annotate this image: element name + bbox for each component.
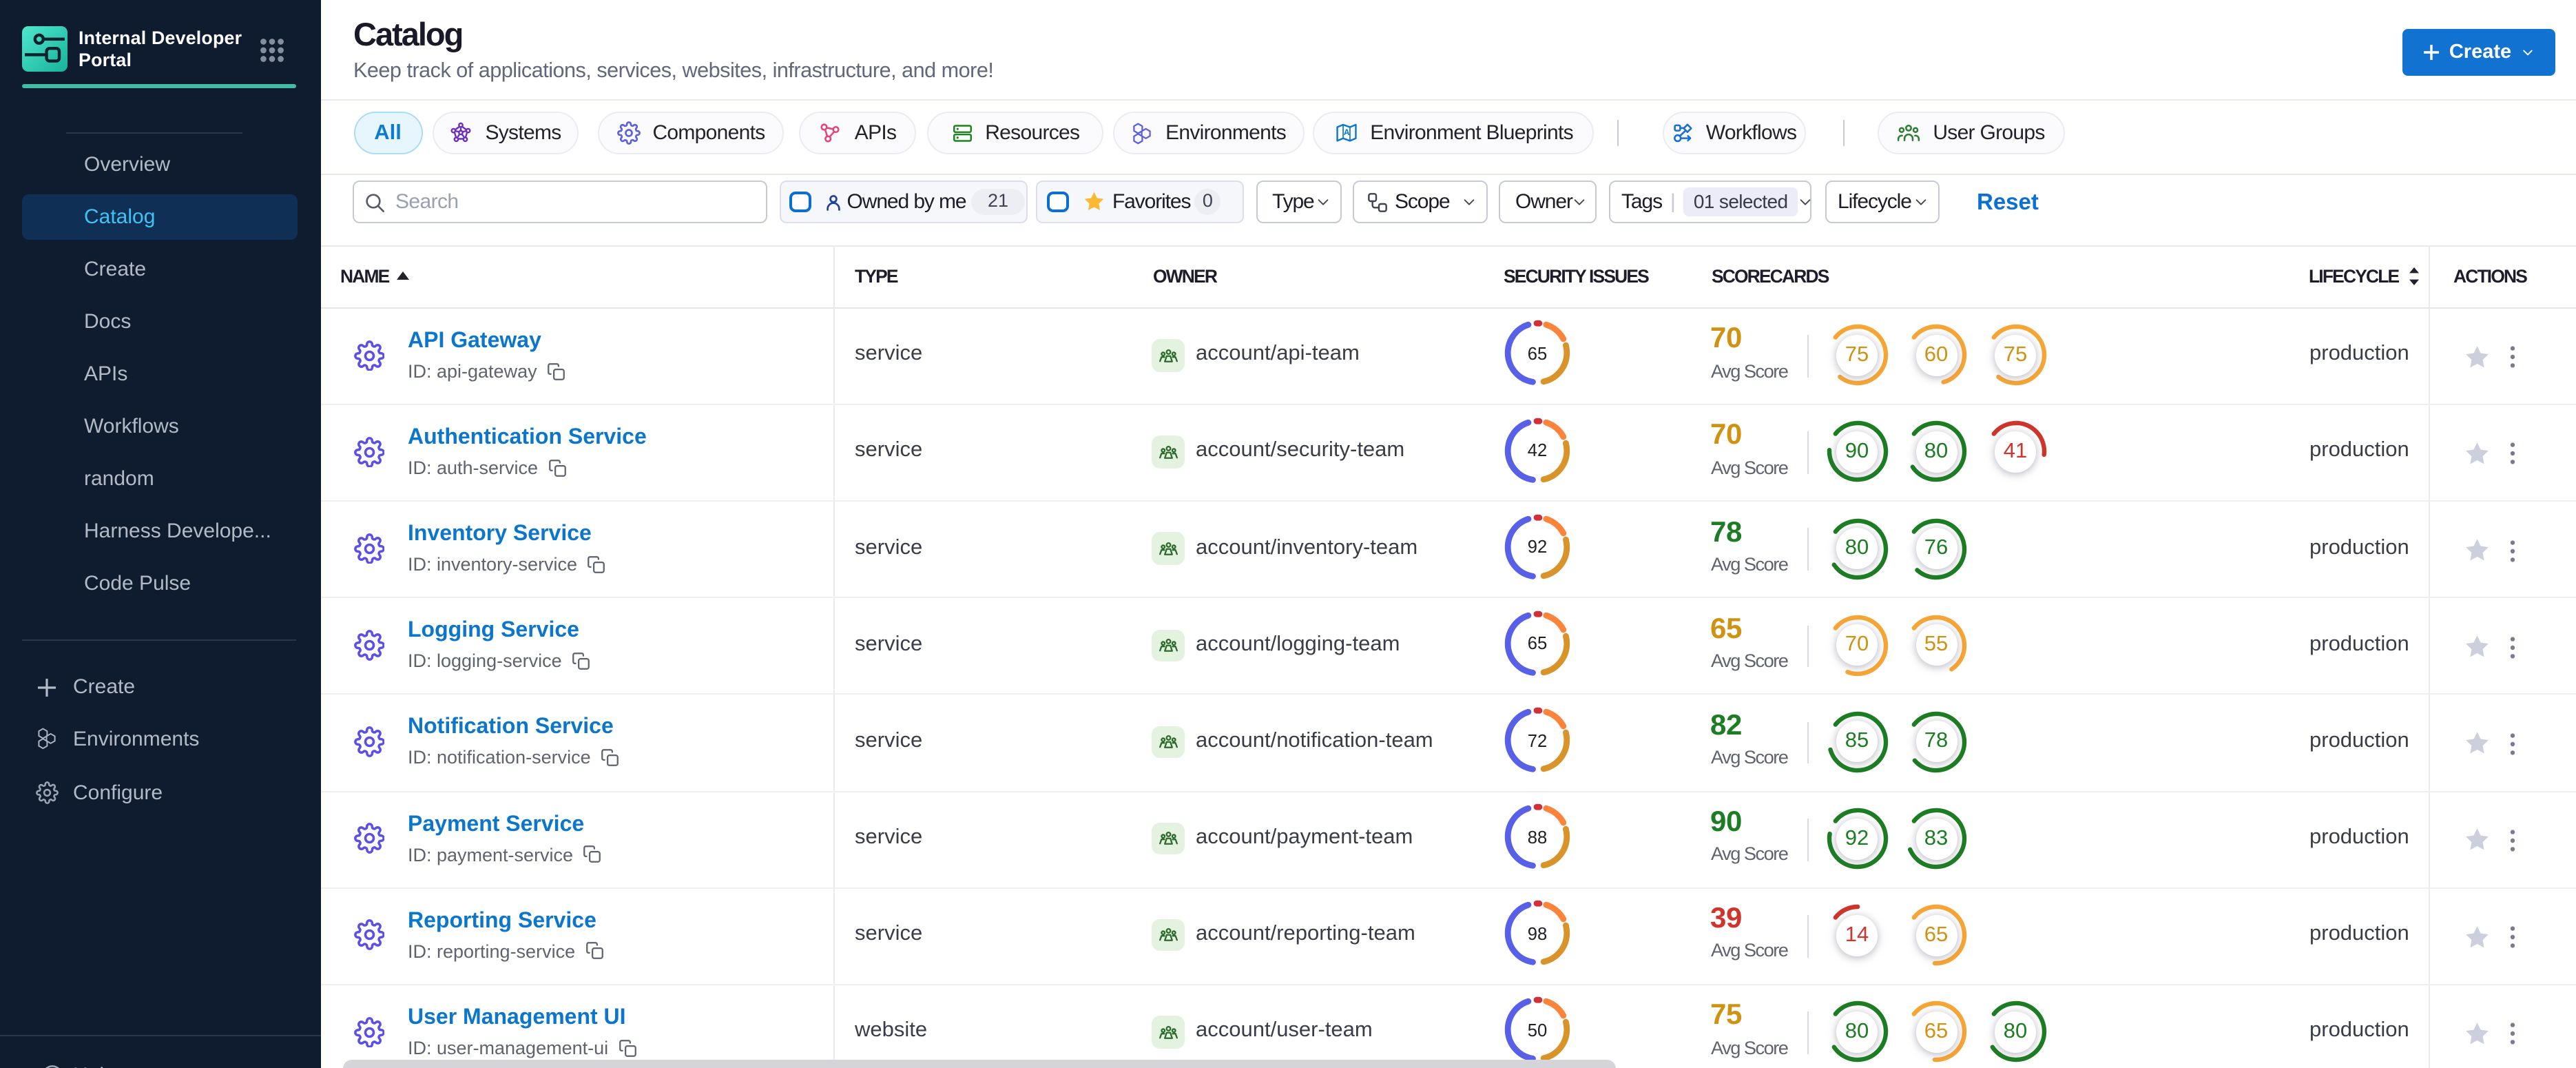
svg-text:A: A — [1343, 127, 1349, 137]
